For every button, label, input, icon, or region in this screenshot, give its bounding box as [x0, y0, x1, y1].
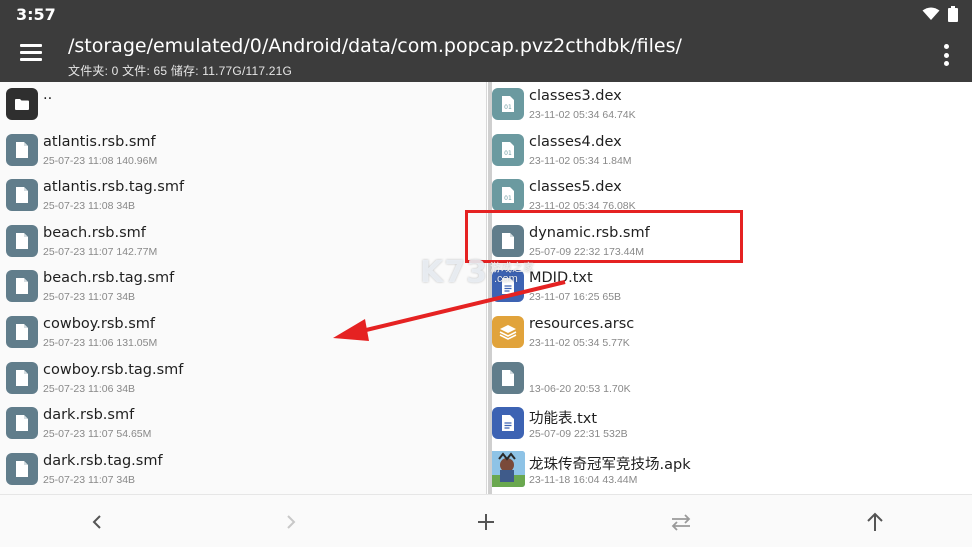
svg-text:01: 01	[504, 195, 512, 202]
file-row[interactable]: 01 classes5.dex 23-11-02 05:34 76.08K	[487, 173, 972, 219]
file-name: atlantis.rsb.smf	[43, 133, 156, 150]
svg-text:01: 01	[504, 150, 512, 157]
binary-file-icon: 01	[492, 179, 524, 212]
svg-text:01: 01	[504, 104, 512, 111]
file-icon	[6, 179, 38, 212]
app-header: 3:57 /storage/emulated/0/Android/data/co…	[0, 0, 972, 82]
file-icon	[6, 452, 38, 485]
file-meta: 25-07-23 11:07 34B	[43, 473, 136, 486]
file-meta: 25-07-23 11:07 54.65M	[43, 428, 152, 441]
file-row[interactable]: dark.rsb.smf 25-07-23 11:07 54.65M	[0, 401, 486, 447]
file-meta: 25-07-09 22:32 173.44M	[529, 245, 645, 258]
file-row[interactable]: atlantis.rsb.tag.smf 25-07-23 11:08 34B	[0, 173, 486, 219]
file-row[interactable]: cowboy.rsb.tag.smf 25-07-23 11:06 34B	[0, 356, 486, 402]
file-icon	[6, 270, 38, 303]
file-meta: 13-06-20 20:53 1.70K	[529, 382, 631, 395]
toolbar: /storage/emulated/0/Android/data/com.pop…	[0, 28, 972, 82]
file-meta: 25-07-23 11:07 34B	[43, 291, 136, 304]
file-row[interactable]: 龙珠传奇冠军竞技场.apk 23-11-18 16:04 43.44M	[487, 447, 972, 493]
left-file-pane[interactable]: .. atlantis.rsb.smf 25-07-23 11:08 140.96M…	[0, 82, 486, 494]
up-arrow-icon[interactable]	[860, 507, 890, 537]
file-icon	[6, 133, 38, 166]
battery-icon	[948, 6, 958, 22]
file-icon	[492, 224, 524, 257]
file-meta: 23-11-02 05:34 5.77K	[529, 337, 630, 349]
file-meta: 25-07-23 11:08 34B	[43, 200, 136, 213]
file-meta: 23-11-02 05:34 76.08K	[529, 200, 636, 213]
file-row[interactable]: beach.rsb.smf 25-07-23 11:07 142.77M	[0, 219, 486, 265]
file-name: classes4.dex	[529, 133, 622, 150]
file-row[interactable]: resources.arsc 23-11-02 05:34 5.77K	[487, 310, 972, 356]
file-icon	[6, 316, 38, 348]
file-icon	[6, 407, 38, 440]
file-name: atlantis.rsb.tag.smf	[43, 179, 185, 196]
right-pane-scroll-indicator[interactable]	[488, 82, 492, 494]
binary-file-icon: 01	[492, 133, 524, 166]
file-meta: 25-07-23 11:07 142.77M	[43, 245, 158, 258]
more-vert-icon[interactable]	[944, 44, 950, 66]
file-name: dark.rsb.tag.smf	[43, 452, 163, 469]
wifi-icon	[922, 7, 940, 20]
file-row[interactable]: cowboy.rsb.smf 25-07-23 11:06 131.05M	[0, 310, 486, 356]
current-path: /storage/emulated/0/Android/data/com.pop…	[68, 35, 682, 57]
status-icons	[922, 6, 958, 22]
storage-summary: 文件夹: 0 文件: 65 储存: 11.77G/117.21G	[68, 64, 293, 78]
file-meta: 23-11-02 05:34 1.84M	[529, 154, 632, 167]
file-name: beach.rsb.tag.smf	[43, 270, 175, 287]
right-file-pane[interactable]: 01 classes3.dex 23-11-02 05:34 64.74K 01 cla…	[487, 82, 972, 494]
file-row[interactable]: dynamic.rsb.smf 25-07-09 22:32 173.44M	[487, 219, 972, 265]
file-meta: 23-11-18 16:04 43.44M	[529, 473, 638, 486]
bottom-action-bar	[0, 494, 972, 547]
file-meta: 23-11-07 16:25 65B	[529, 291, 622, 304]
back-chevron-icon[interactable]	[82, 507, 112, 537]
file-icon	[6, 361, 38, 394]
file-row[interactable]: 功能表.txt 25-07-09 22:31 532B	[487, 401, 972, 447]
binary-file-icon: 01	[492, 88, 524, 120]
menu-icon[interactable]	[20, 42, 44, 62]
file-row[interactable]: beach.rsb.tag.smf 25-07-23 11:07 34B	[0, 264, 486, 310]
file-name: 龙珠传奇冠军竞技场.apk	[529, 456, 691, 473]
layers-icon	[492, 316, 524, 348]
file-row[interactable]: ..	[0, 82, 486, 128]
file-icon	[6, 224, 38, 257]
plus-icon[interactable]	[471, 507, 501, 537]
file-name: beach.rsb.smf	[43, 224, 146, 241]
file-meta: 23-11-02 05:34 64.74K	[529, 109, 636, 121]
status-bar: 3:57	[0, 0, 972, 28]
file-name: dynamic.rsb.smf	[529, 224, 650, 241]
file-meta: 25-07-23 11:08 140.96M	[43, 154, 158, 167]
file-manager-app: 3:57 /storage/emulated/0/Android/data/co…	[0, 0, 972, 547]
file-name: classes3.dex	[529, 88, 622, 104]
file-meta: 25-07-09 22:31 532B	[529, 428, 628, 441]
file-name: 功能表.txt	[529, 411, 598, 428]
file-name: dark.rsb.smf	[43, 407, 135, 424]
file-meta: 25-07-23 11:06 131.05M	[43, 337, 158, 349]
file-meta: 25-07-23 11:06 34B	[43, 382, 136, 395]
file-row[interactable]: 13-06-20 20:53 1.70K	[487, 356, 972, 402]
file-row[interactable]: 01 classes4.dex 23-11-02 05:34 1.84M	[487, 128, 972, 174]
text-file-icon	[492, 407, 524, 440]
file-name: classes5.dex	[529, 179, 622, 196]
file-name: resources.arsc	[529, 316, 635, 332]
folder-icon	[6, 88, 38, 120]
status-time: 3:57	[16, 5, 56, 24]
forward-chevron-icon[interactable]	[276, 507, 306, 537]
file-row[interactable]: MDID.txt 23-11-07 16:25 65B	[487, 264, 972, 310]
apk-thumbnail	[489, 450, 525, 487]
file-row[interactable]: 01 classes3.dex 23-11-02 05:34 64.74K	[487, 82, 972, 128]
text-file-icon	[492, 270, 524, 303]
file-name: cowboy.rsb.tag.smf	[43, 361, 184, 378]
file-icon	[492, 361, 524, 394]
file-name: cowboy.rsb.smf	[43, 316, 156, 332]
file-row[interactable]: dark.rsb.tag.smf 25-07-23 11:07 34B	[0, 447, 486, 493]
swap-arrows-icon[interactable]	[666, 507, 696, 537]
file-name: ..	[43, 87, 53, 103]
file-name: MDID.txt	[529, 270, 593, 287]
file-row[interactable]: atlantis.rsb.smf 25-07-23 11:08 140.96M	[0, 128, 486, 174]
